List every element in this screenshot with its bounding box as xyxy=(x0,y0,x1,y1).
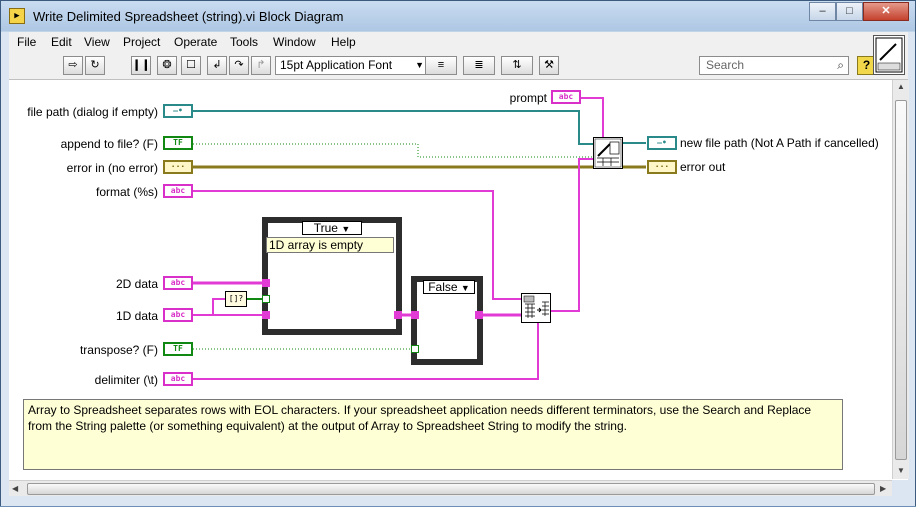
prompt-terminal[interactable]: abc xyxy=(551,90,581,104)
error-out-terminal[interactable]: ··· xyxy=(647,160,677,174)
window-controls: – □ ✕ xyxy=(809,2,909,21)
menu-project[interactable]: Project xyxy=(123,35,160,49)
search-placeholder: Search xyxy=(706,58,745,72)
case-selector-inner-value: False xyxy=(428,280,458,294)
data-2d-terminal[interactable]: abc xyxy=(163,276,193,290)
reorder-button[interactable]: ⇅ xyxy=(501,56,533,75)
chevron-down-icon: ▼ xyxy=(415,60,424,70)
tunnel-outer-out xyxy=(394,311,402,319)
scroll-up-icon[interactable]: ▲ xyxy=(897,82,905,91)
status-bar xyxy=(1,496,915,506)
data-2d-label: 2D data xyxy=(115,277,158,291)
scroll-down-icon[interactable]: ▼ xyxy=(897,466,905,475)
menu-window[interactable]: Window xyxy=(273,35,316,49)
data-1d-label: 1D data xyxy=(115,309,158,323)
new-file-path-label: new file path (Not A Path if cancelled) xyxy=(680,136,879,150)
error-in-label: error in (no error) xyxy=(66,161,158,175)
data-1d-terminal[interactable]: abc xyxy=(163,308,193,322)
case-selector-outer[interactable]: True ▼ xyxy=(302,221,362,235)
case-selector-inner[interactable]: False ▼ xyxy=(423,280,475,294)
menu-file[interactable]: File xyxy=(17,35,36,49)
file-path-label: file path (dialog if empty) xyxy=(27,105,158,119)
scroll-left-icon[interactable]: ◀ xyxy=(12,484,18,493)
prompt-label: prompt xyxy=(509,91,547,105)
menu-tools[interactable]: Tools xyxy=(230,35,258,49)
highlight-execution-button[interactable]: ❂ xyxy=(157,56,177,75)
delimiter-terminal[interactable]: abc xyxy=(163,372,193,386)
font-select[interactable]: 15pt Application Font ▼ xyxy=(275,56,428,75)
format-terminal[interactable]: abc xyxy=(163,184,193,198)
tunnel-2d-in xyxy=(262,279,270,287)
step-over-button[interactable]: ↷ xyxy=(229,56,249,75)
menu-edit[interactable]: Edit xyxy=(51,35,72,49)
font-select-value: 15pt Application Font xyxy=(280,58,393,72)
vertical-scroll-thumb[interactable] xyxy=(895,100,907,460)
align-objects-button[interactable]: ≡ xyxy=(425,56,457,75)
run-button[interactable]: ⇨ xyxy=(63,56,83,75)
retain-wire-values-button[interactable]: ☐ xyxy=(181,56,201,75)
format-label: format (%s) xyxy=(95,185,158,199)
tunnel-1d-in xyxy=(262,311,270,319)
horizontal-scroll-thumb[interactable] xyxy=(27,483,875,495)
vertical-scrollbar[interactable]: ▲ ▼ xyxy=(892,80,909,479)
array-to-spreadsheet-node[interactable] xyxy=(521,293,551,323)
chevron-down-icon: ▼ xyxy=(341,224,351,234)
cleanup-diagram-button[interactable]: ⚒ xyxy=(539,56,559,75)
distribute-objects-button[interactable]: ≣ xyxy=(463,56,495,75)
title-bar: ▶ Write Delimited Spreadsheet (string).v… xyxy=(1,1,915,31)
connector-pane-icon[interactable] xyxy=(873,35,905,75)
file-path-terminal[interactable]: —• xyxy=(163,104,193,118)
step-into-button[interactable]: ↲ xyxy=(207,56,227,75)
tunnel-transpose-in xyxy=(411,345,419,353)
pause-button[interactable]: ❙❙ xyxy=(131,56,151,75)
spreadsheet-icon xyxy=(523,295,549,318)
menu-bar: File Edit View Project Operate Tools Win… xyxy=(9,32,908,53)
tunnel-selector-in xyxy=(262,295,270,303)
menu-help[interactable]: Help xyxy=(331,35,356,49)
step-out-button[interactable]: ↱ xyxy=(251,56,271,75)
append-label: append to file? (F) xyxy=(60,137,158,151)
menu-view[interactable]: View xyxy=(84,35,110,49)
close-button[interactable]: ✕ xyxy=(863,2,909,21)
menu-operate[interactable]: Operate xyxy=(174,35,217,49)
write-file-subvi-node[interactable] xyxy=(593,137,623,169)
scroll-right-icon[interactable]: ▶ xyxy=(880,484,886,493)
error-out-label: error out xyxy=(680,160,726,174)
run-continuously-button[interactable]: ↻ xyxy=(85,56,105,75)
diagram-comment: Array to Spreadsheet separates rows with… xyxy=(23,399,843,470)
delimiter-label: delimiter (\t) xyxy=(94,373,158,387)
append-terminal[interactable]: TF xyxy=(163,136,193,150)
tunnel-inner-in xyxy=(411,311,419,319)
case-structure-inner[interactable]: False ▼ xyxy=(411,276,483,365)
case-label-empty: 1D array is empty xyxy=(266,237,394,253)
vi-icon-graphic xyxy=(875,37,903,73)
new-file-path-terminal[interactable]: —• xyxy=(647,136,677,150)
case-selector-outer-value: True xyxy=(313,221,338,235)
case-structure-outer[interactable]: True ▼ 1D array is empty xyxy=(262,217,402,335)
horizontal-scrollbar[interactable]: ◀ ▶ xyxy=(9,480,892,497)
error-in-terminal[interactable]: ··· xyxy=(163,160,193,174)
transpose-terminal[interactable]: TF xyxy=(163,342,193,356)
empty-array-check-node[interactable]: []? xyxy=(225,291,247,307)
chevron-down-icon: ▼ xyxy=(460,283,470,293)
minimize-button[interactable]: – xyxy=(809,2,836,21)
labview-vi-icon: ▶ xyxy=(9,8,25,24)
tunnel-inner-out xyxy=(475,311,483,319)
search-input[interactable]: Search ⌕ xyxy=(699,56,849,75)
labview-window: ▶ Write Delimited Spreadsheet (string).v… xyxy=(0,0,916,506)
write-file-icon xyxy=(594,138,622,168)
window-title: Write Delimited Spreadsheet (string).vi … xyxy=(33,9,344,24)
transpose-label: transpose? (F) xyxy=(79,343,158,357)
search-icon: ⌕ xyxy=(837,58,844,72)
maximize-button[interactable]: □ xyxy=(836,2,863,21)
toolbar: ⇨ ↻ ❙❙ ❂ ☐ ↲ ↷ ↱ 15pt Application Font ▼… xyxy=(9,53,908,80)
